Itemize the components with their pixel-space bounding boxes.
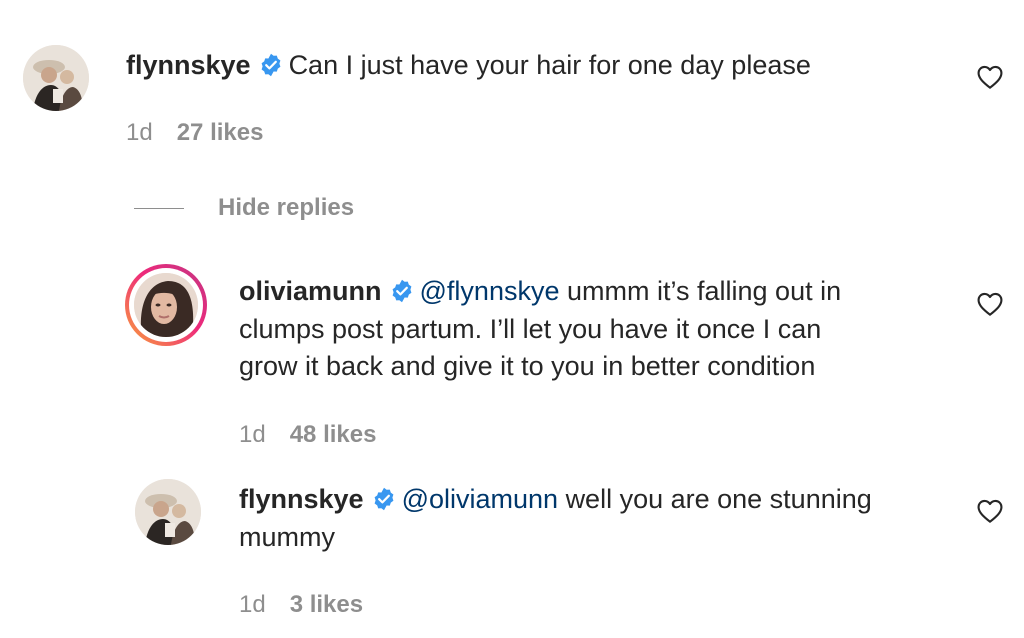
reply-meta: 1d 48 likes: [239, 421, 376, 449]
verified-badge-icon: [392, 279, 411, 303]
reply-body-line-2: mummy: [239, 521, 335, 552]
story-ring[interactable]: [125, 264, 207, 346]
profile-photo-icon: [135, 479, 201, 545]
username[interactable]: oliviamunn: [239, 276, 382, 306]
avatar[interactable]: [135, 479, 201, 545]
reply-body-line-1: well you are one stunning: [565, 484, 872, 514]
timestamp: 1d: [239, 421, 266, 448]
like-heart-icon[interactable]: [976, 63, 1004, 91]
profile-photo-icon: [134, 273, 198, 337]
avatar[interactable]: [134, 273, 198, 337]
reply-body-line-1: ummm it’s falling out in: [567, 276, 842, 306]
profile-photo-icon: [23, 45, 89, 111]
hide-replies-toggle[interactable]: Hide replies: [134, 190, 354, 226]
divider-line: [134, 207, 184, 209]
avatar[interactable]: [23, 45, 89, 111]
reply-body-line-2: clumps post partum. I’ll let you have it…: [239, 313, 822, 344]
like-heart-icon[interactable]: [976, 497, 1004, 525]
timestamp: 1d: [239, 591, 266, 618]
likes-count[interactable]: 3 likes: [290, 591, 363, 618]
hide-replies-label[interactable]: Hide replies: [218, 194, 354, 222]
likes-count[interactable]: 48 likes: [290, 421, 377, 448]
likes-count[interactable]: 27 likes: [177, 119, 264, 146]
mention-link[interactable]: @flynnskye: [420, 276, 560, 306]
reply-meta: 1d 3 likes: [239, 591, 363, 619]
verified-badge-icon: [261, 53, 280, 77]
reply-text: flynnskye @oliviamunn well you are one st…: [239, 481, 959, 556]
username[interactable]: flynnskye: [239, 484, 364, 514]
timestamp: 1d: [126, 119, 153, 146]
username[interactable]: flynnskye: [126, 50, 251, 80]
reply-text: oliviamunn @flynnskye ummm it’s falling o…: [239, 273, 959, 386]
verified-badge-icon: [374, 487, 393, 511]
comment-body: Can I just have your hair for one day pl…: [288, 50, 811, 80]
like-heart-icon[interactable]: [976, 290, 1004, 318]
mention-link[interactable]: @oliviamunn: [402, 484, 558, 514]
comment-text: flynnskye Can I just have your hair for o…: [126, 47, 956, 85]
reply-body-line-3: grow it back and give it to you in bette…: [239, 351, 816, 381]
comment-meta: 1d 27 likes: [126, 119, 263, 147]
